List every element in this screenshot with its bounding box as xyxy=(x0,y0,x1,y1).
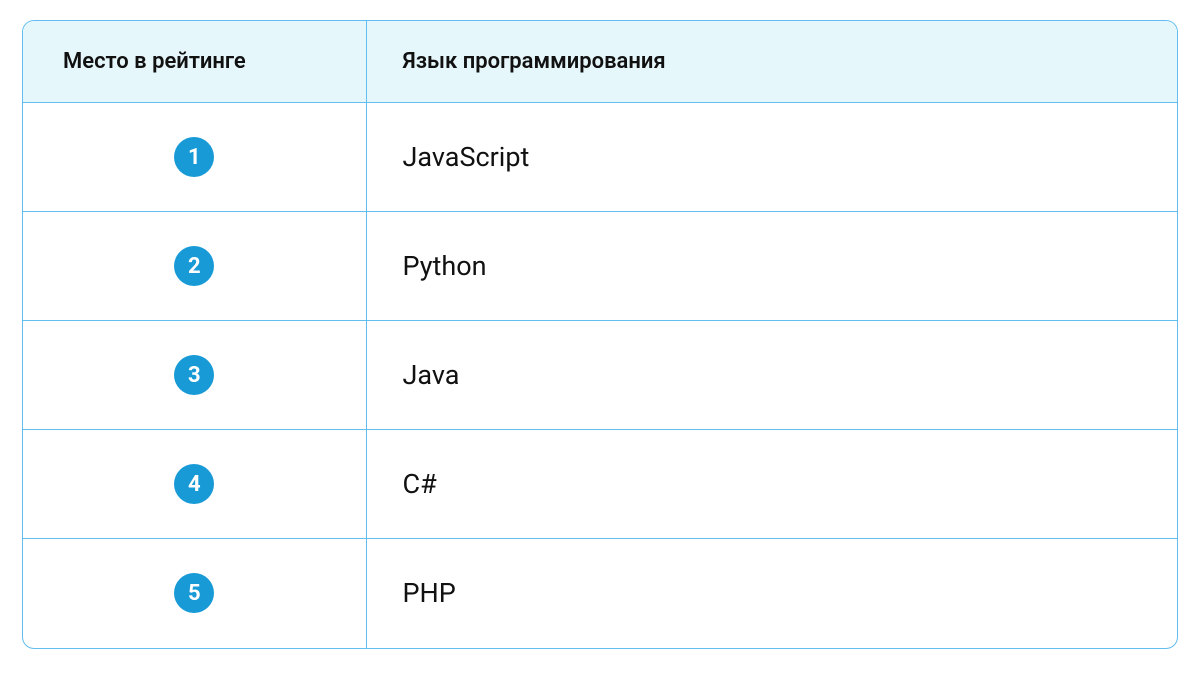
rank-cell: 4 xyxy=(23,430,366,539)
language-cell: Java xyxy=(366,321,1177,430)
header-rank: Место в рейтинге xyxy=(23,21,366,103)
rank-badge-icon: 4 xyxy=(174,464,214,504)
table-row: 2 Python xyxy=(23,212,1177,321)
rank-badge-icon: 5 xyxy=(174,573,214,613)
language-cell: C# xyxy=(366,430,1177,539)
table-row: 4 C# xyxy=(23,430,1177,539)
table-row: 5 PHP xyxy=(23,539,1177,648)
language-cell: PHP xyxy=(366,539,1177,648)
table-row: 3 Java xyxy=(23,321,1177,430)
ranking-table-container: Место в рейтинге Язык программирования 1… xyxy=(22,20,1178,649)
rank-cell: 5 xyxy=(23,539,366,648)
language-cell: Python xyxy=(366,212,1177,321)
ranking-table: Место в рейтинге Язык программирования 1… xyxy=(23,21,1177,648)
language-cell: JavaScript xyxy=(366,103,1177,212)
rank-badge-icon: 3 xyxy=(174,355,214,395)
rank-cell: 3 xyxy=(23,321,366,430)
table-row: 1 JavaScript xyxy=(23,103,1177,212)
rank-badge-icon: 2 xyxy=(174,246,214,286)
table-header-row: Место в рейтинге Язык программирования xyxy=(23,21,1177,103)
rank-badge-icon: 1 xyxy=(174,137,214,177)
rank-cell: 1 xyxy=(23,103,366,212)
header-language: Язык программирования xyxy=(366,21,1177,103)
rank-cell: 2 xyxy=(23,212,366,321)
